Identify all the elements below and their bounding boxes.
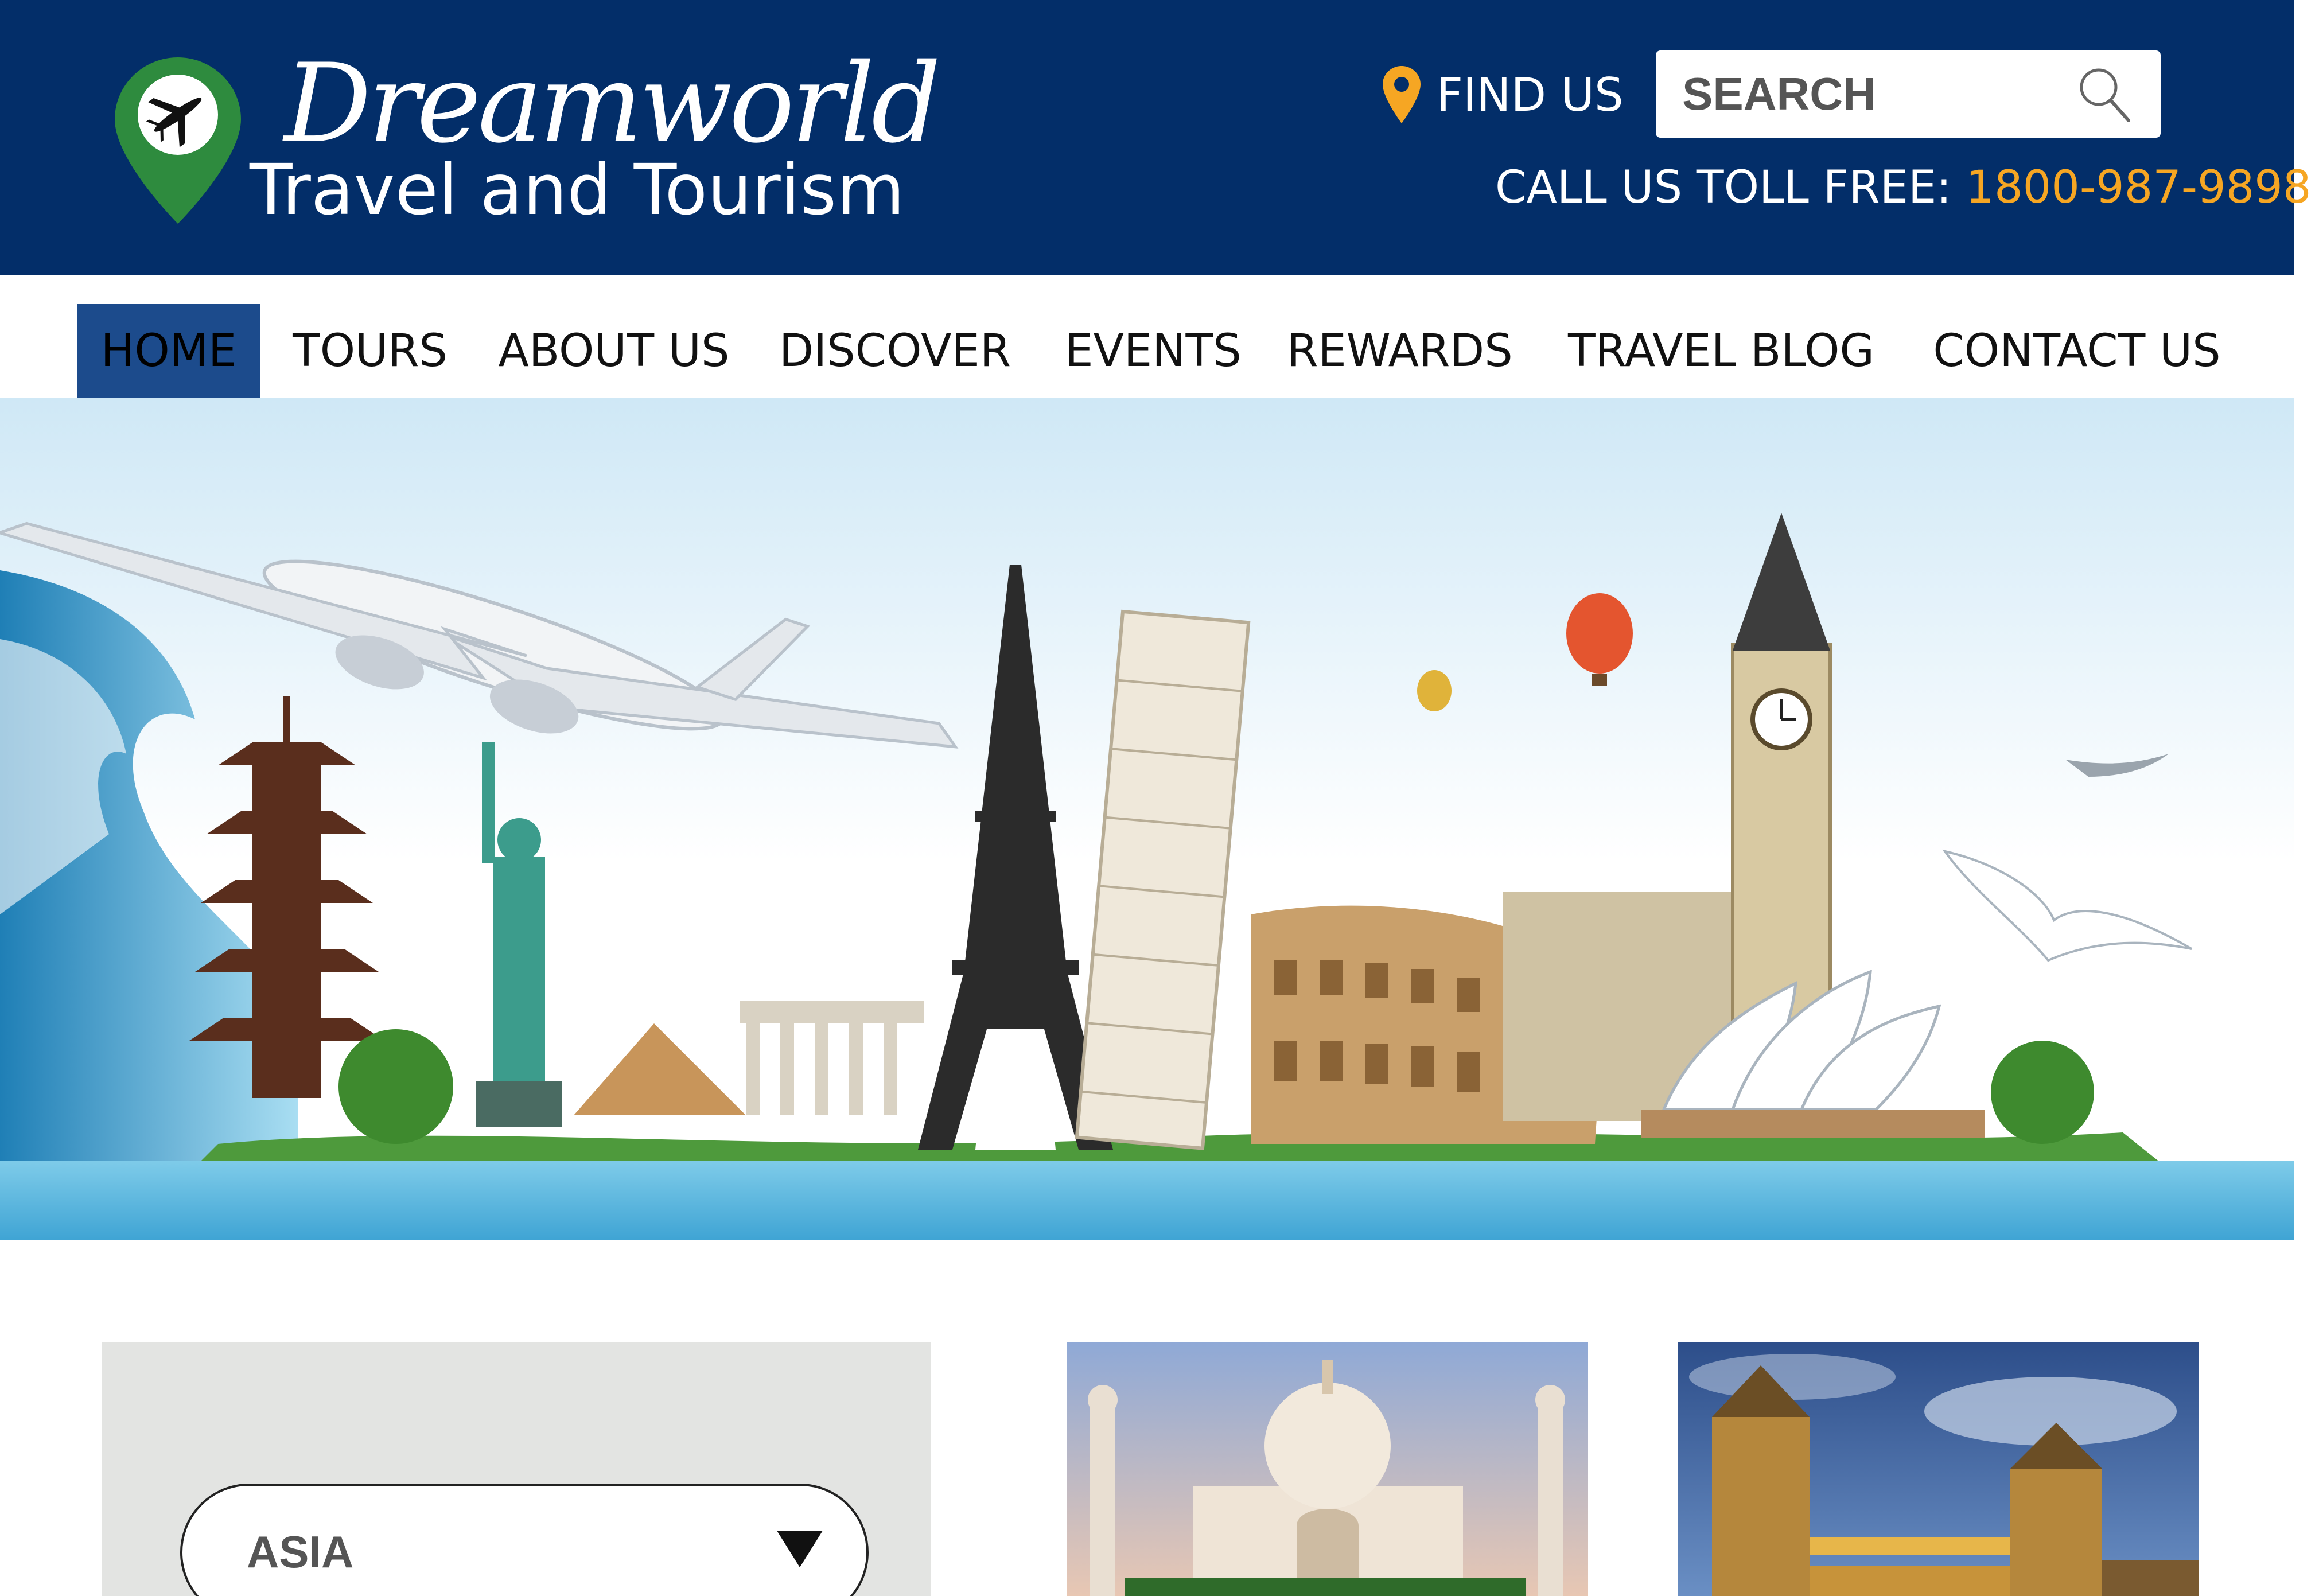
location-pin-icon [1383,66,1421,123]
region-selected-value: ASIA [247,1527,354,1577]
nav-item-home[interactable]: HOME [77,304,260,398]
nav-item-about-us[interactable]: ABOUT US [498,304,729,398]
nav-item-discover[interactable]: DISCOVER [775,304,1015,398]
search-input[interactable] [1682,68,2038,120]
find-us-link[interactable]: FIND US [1383,66,1624,123]
nav-item-tours[interactable]: TOURS [287,304,453,398]
toll-free-label: CALL US TOLL FREE: [1495,162,1952,213]
nav-item-rewards[interactable]: REWARDS [1287,304,1512,398]
toll-free: CALL US TOLL FREE: 1800-987-9898 [1495,162,2312,213]
nav-item-events[interactable]: EVENTS [1061,304,1245,398]
toll-free-number[interactable]: 1800-987-9898 [1966,162,2311,213]
nav-item-travel-blog[interactable]: TRAVEL BLOG [1568,304,1874,398]
region-dropdown[interactable]: ASIA [180,1484,869,1596]
triangle-down-icon[interactable] [777,1531,823,1567]
brand-tagline: Travel and Tourism [250,149,905,231]
search-box [1656,50,2161,138]
hero-banner-landmarks [0,398,2294,1240]
map-pin-airplane-icon[interactable] [115,57,241,224]
search-icon[interactable] [2077,65,2132,123]
find-us-label: FIND US [1437,68,1624,122]
site-header: Dreamworld Travel and Tourism FIND US CA… [0,0,2312,275]
destination-card-tower-bridge[interactable] [1678,1342,2199,1596]
brand-name[interactable]: Dreamworld [284,40,941,167]
destination-card-taj-mahal[interactable] [1067,1342,1588,1596]
nav-item-contact-us[interactable]: CONTACT US [1922,304,2232,398]
